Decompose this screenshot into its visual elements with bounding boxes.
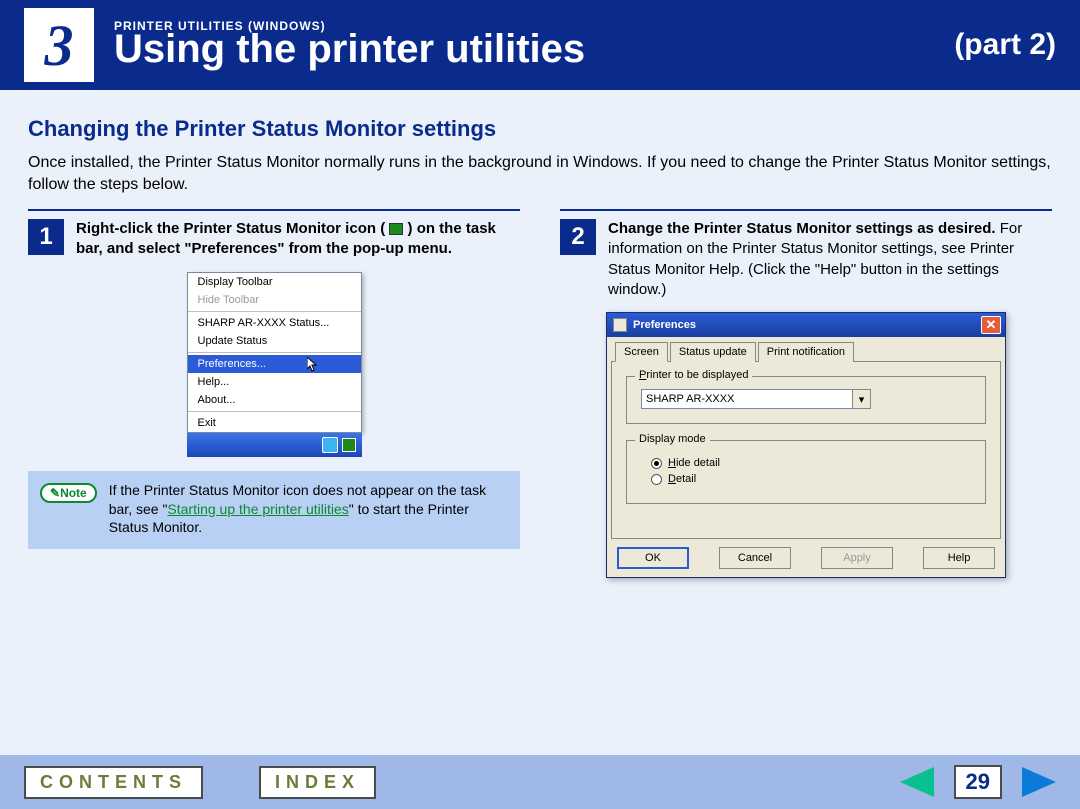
- help-button[interactable]: Help: [923, 547, 995, 569]
- menu-about[interactable]: About...: [188, 391, 361, 409]
- tab-print-notification[interactable]: Print notification: [758, 342, 854, 362]
- radio-icon: [651, 474, 662, 485]
- step-1-badge: 1: [28, 219, 64, 255]
- next-page-button[interactable]: [1022, 767, 1056, 797]
- step-1-column: 1 Right-click the Printer Status Monitor…: [28, 209, 520, 578]
- menu-status[interactable]: SHARP AR-XXXX Status...: [188, 314, 361, 332]
- page-footer: CONTENTS INDEX 29: [0, 755, 1080, 809]
- column-divider: [28, 209, 520, 211]
- tab-screen[interactable]: Screen: [615, 342, 668, 362]
- cancel-button[interactable]: Cancel: [719, 547, 791, 569]
- display-mode-fieldset: Display mode Hide detail Detail: [626, 440, 986, 504]
- ok-button[interactable]: OK: [617, 547, 689, 569]
- preferences-dialog: Preferences ✕ Screen Status update Print…: [606, 312, 1006, 578]
- note-link[interactable]: Starting up the printer utilities: [167, 501, 348, 517]
- printer-combobox[interactable]: SHARP AR-XXXX ▾: [641, 389, 871, 409]
- taskbar-expand-icon[interactable]: [322, 437, 338, 453]
- chevron-down-icon[interactable]: ▾: [852, 390, 870, 408]
- step-1-text: Right-click the Printer Status Monitor i…: [76, 219, 520, 260]
- menu-update-status[interactable]: Update Status: [188, 332, 361, 350]
- menu-hide-toolbar: Hide Toolbar: [188, 291, 361, 309]
- page-header: 3 PRINTER UTILITIES (WINDOWS) Using the …: [0, 0, 1080, 90]
- display-mode-legend: Display mode: [635, 433, 710, 445]
- printer-status-monitor-icon: [389, 223, 403, 235]
- menu-preferences[interactable]: Preferences...: [188, 355, 361, 373]
- part-label: (part 2): [954, 28, 1056, 62]
- note-text: If the Printer Status Monitor icon does …: [109, 481, 508, 538]
- note-box: ✎Note If the Printer Status Monitor icon…: [28, 471, 520, 550]
- dialog-tabstrip: Screen Status update Print notification: [611, 341, 1001, 362]
- taskbar: [187, 433, 362, 457]
- radio-icon: [651, 458, 662, 469]
- dialog-title: Preferences: [633, 319, 696, 331]
- section-heading: Changing the Printer Status Monitor sett…: [28, 116, 1052, 142]
- dialog-titlebar[interactable]: Preferences ✕: [607, 313, 1005, 337]
- page-title: Using the printer utilities: [114, 27, 954, 72]
- printer-fieldset: Printer to be displayed SHARP AR-XXXX ▾: [626, 376, 986, 424]
- prev-page-button[interactable]: [900, 767, 934, 797]
- dialog-title-icon: [613, 318, 627, 332]
- step-1-prefix: Right-click the Printer Status Monitor i…: [76, 220, 385, 237]
- note-label: ✎Note: [40, 483, 97, 503]
- intro-text: Once installed, the Printer Status Monit…: [28, 152, 1052, 195]
- contents-button[interactable]: CONTENTS: [24, 766, 203, 799]
- step-2-bold: Change the Printer Status Monitor settin…: [608, 220, 996, 237]
- menu-display-toolbar[interactable]: Display Toolbar: [188, 273, 361, 291]
- printer-fieldset-legend: Printer to be displayed: [635, 369, 752, 381]
- radio-hide-detail[interactable]: Hide detail: [651, 457, 971, 469]
- page-number: 29: [954, 765, 1002, 799]
- header-text-block: PRINTER UTILITIES (WINDOWS) Using the pr…: [114, 19, 954, 72]
- printer-combobox-value: SHARP AR-XXXX: [646, 393, 734, 405]
- step-2-badge: 2: [560, 219, 596, 255]
- page-body: Changing the Printer Status Monitor sett…: [0, 90, 1080, 578]
- step-2-column: 2 Change the Printer Status Monitor sett…: [560, 209, 1052, 578]
- taskbar-printer-status-icon[interactable]: [342, 438, 356, 452]
- chapter-number: 3: [24, 8, 94, 82]
- context-menu-screenshot: Display Toolbar Hide Toolbar SHARP AR-XX…: [187, 272, 362, 457]
- menu-help[interactable]: Help...: [188, 373, 361, 391]
- index-button[interactable]: INDEX: [259, 766, 376, 799]
- menu-preferences-label: Preferences...: [198, 358, 266, 370]
- close-button[interactable]: ✕: [981, 316, 1001, 334]
- radio-detail[interactable]: Detail: [651, 473, 971, 485]
- menu-exit[interactable]: Exit: [188, 414, 361, 432]
- cursor-icon: [307, 357, 321, 373]
- tab-status-update[interactable]: Status update: [670, 342, 756, 362]
- column-divider: [560, 209, 1052, 211]
- step-2-text: Change the Printer Status Monitor settin…: [608, 219, 1052, 300]
- apply-button: Apply: [821, 547, 893, 569]
